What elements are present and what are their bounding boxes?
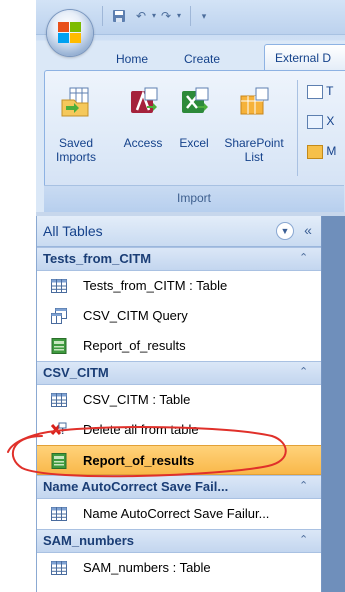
import-excel-button[interactable]: Excel [172, 78, 216, 182]
nav-item-tests-from-citm-table[interactable]: Tests_from_CITM : Table [37, 271, 322, 301]
collapse-chevron-icon[interactable]: ⌃ [299, 479, 308, 492]
report-icon [51, 453, 67, 469]
document-workspace [321, 216, 345, 592]
table-icon [51, 393, 67, 407]
excel-label: Excel [179, 136, 209, 150]
import-access-button[interactable]: Access [118, 78, 168, 182]
save-icon[interactable] [111, 9, 127, 23]
nav-item-label: SAM_numbers : Table [83, 560, 211, 575]
report-icon [51, 338, 67, 354]
table-icon [51, 279, 67, 293]
saved-imports-label-2: Imports [55, 150, 96, 164]
import-group-label: Import [44, 185, 344, 212]
text-file-icon [307, 84, 323, 99]
nav-group-name-autocorrect[interactable]: Name AutoCorrect Save Fail... ⌃ [37, 475, 322, 499]
nav-item-label: CSV_CITM : Table [83, 392, 191, 407]
customize-qat-icon[interactable]: ▾ [196, 9, 212, 23]
nav-item-report-of-results-selected[interactable]: Report_of_results [37, 445, 322, 475]
table-icon [51, 561, 67, 575]
sharepoint-label-1: SharePoint [224, 136, 284, 150]
access-label: Access [123, 136, 163, 150]
nav-group-title: Name AutoCorrect Save Fail... [43, 479, 229, 494]
more-sources-icon [307, 144, 323, 159]
collapse-chevron-icon[interactable]: ⌃ [299, 365, 308, 378]
saved-imports-label-1: Saved [58, 136, 94, 150]
xml-file-icon [307, 114, 323, 129]
qat-separator [102, 6, 103, 26]
saved-imports-icon [61, 87, 89, 117]
nav-menu-dropdown-icon[interactable]: ▼ [276, 222, 294, 240]
nav-item-label: Report_of_results [83, 453, 195, 468]
nav-item-delete-all-from-table[interactable]: ! Delete all from table [37, 415, 322, 445]
navigation-pane: All Tables ▼ « Tests_from_CITM ⌃ Tests_f… [36, 216, 322, 592]
ribbon: ↶ ▾ ↷ ▾ ▾ Home Create External D Saved I… [0, 0, 345, 216]
ribbon-group-separator [297, 80, 298, 176]
redo-dropdown-icon[interactable]: ▾ [171, 9, 187, 23]
import-sharepoint-list-button[interactable]: SharePoint List [222, 78, 286, 182]
import-text-file-button[interactable]: T [307, 84, 333, 99]
tab-create[interactable]: Create [184, 52, 220, 66]
nav-item-name-autocorrect-table[interactable]: Name AutoCorrect Save Failur... [37, 499, 322, 529]
nav-item-label: Tests_from_CITM : Table [83, 278, 228, 293]
office-logo-icon [58, 22, 81, 43]
import-xml-label: X [326, 114, 335, 128]
sharepoint-label-2: List [244, 150, 264, 164]
collapse-chevron-icon[interactable]: ⌃ [299, 533, 308, 546]
nav-item-csv-citm-query[interactable]: CSV_CITM Query [37, 301, 322, 331]
nav-group-sam-numbers[interactable]: SAM_numbers ⌃ [37, 529, 322, 553]
nav-group-title: SAM_numbers [43, 533, 135, 548]
query-icon [51, 308, 67, 324]
nav-group-title: Tests_from_CITM [43, 251, 152, 266]
nav-group-tests-from-citm[interactable]: Tests_from_CITM ⌃ [37, 247, 322, 271]
tab-external-data[interactable]: External D [264, 44, 345, 70]
collapse-chevron-icon[interactable]: ⌃ [299, 251, 308, 264]
table-icon [51, 507, 67, 521]
import-xml-button[interactable]: X [307, 114, 334, 129]
nav-pane-title[interactable]: All Tables [43, 223, 103, 239]
qat-separator [190, 6, 191, 26]
nav-item-label: Delete all from table [83, 422, 199, 437]
nav-item-sam-numbers-table[interactable]: SAM_numbers : Table [37, 553, 322, 583]
delete-query-icon: ! [51, 422, 67, 437]
nav-item-csv-citm-table[interactable]: CSV_CITM : Table [37, 385, 322, 415]
import-more-button[interactable]: M [307, 144, 336, 159]
nav-pane-header[interactable]: All Tables ▼ « [37, 216, 322, 247]
nav-item-report-of-results[interactable]: Report_of_results [37, 331, 322, 361]
nav-item-label: Name AutoCorrect Save Failur... [83, 506, 270, 521]
import-more-label: M [326, 144, 337, 158]
excel-icon [182, 87, 209, 113]
shutter-bar-collapse-icon[interactable]: « [299, 221, 317, 239]
tab-home[interactable]: Home [116, 52, 148, 66]
saved-imports-button[interactable]: Saved Imports [50, 78, 102, 182]
nav-group-title: CSV_CITM [43, 365, 109, 380]
nav-item-label: CSV_CITM Query [83, 308, 188, 323]
sharepoint-list-icon [240, 87, 269, 115]
access-icon [131, 87, 158, 113]
import-text-file-label: T [326, 84, 334, 98]
nav-group-csv-citm[interactable]: CSV_CITM ⌃ [37, 361, 322, 385]
nav-item-label: Report_of_results [83, 338, 186, 353]
office-button[interactable] [47, 10, 93, 56]
